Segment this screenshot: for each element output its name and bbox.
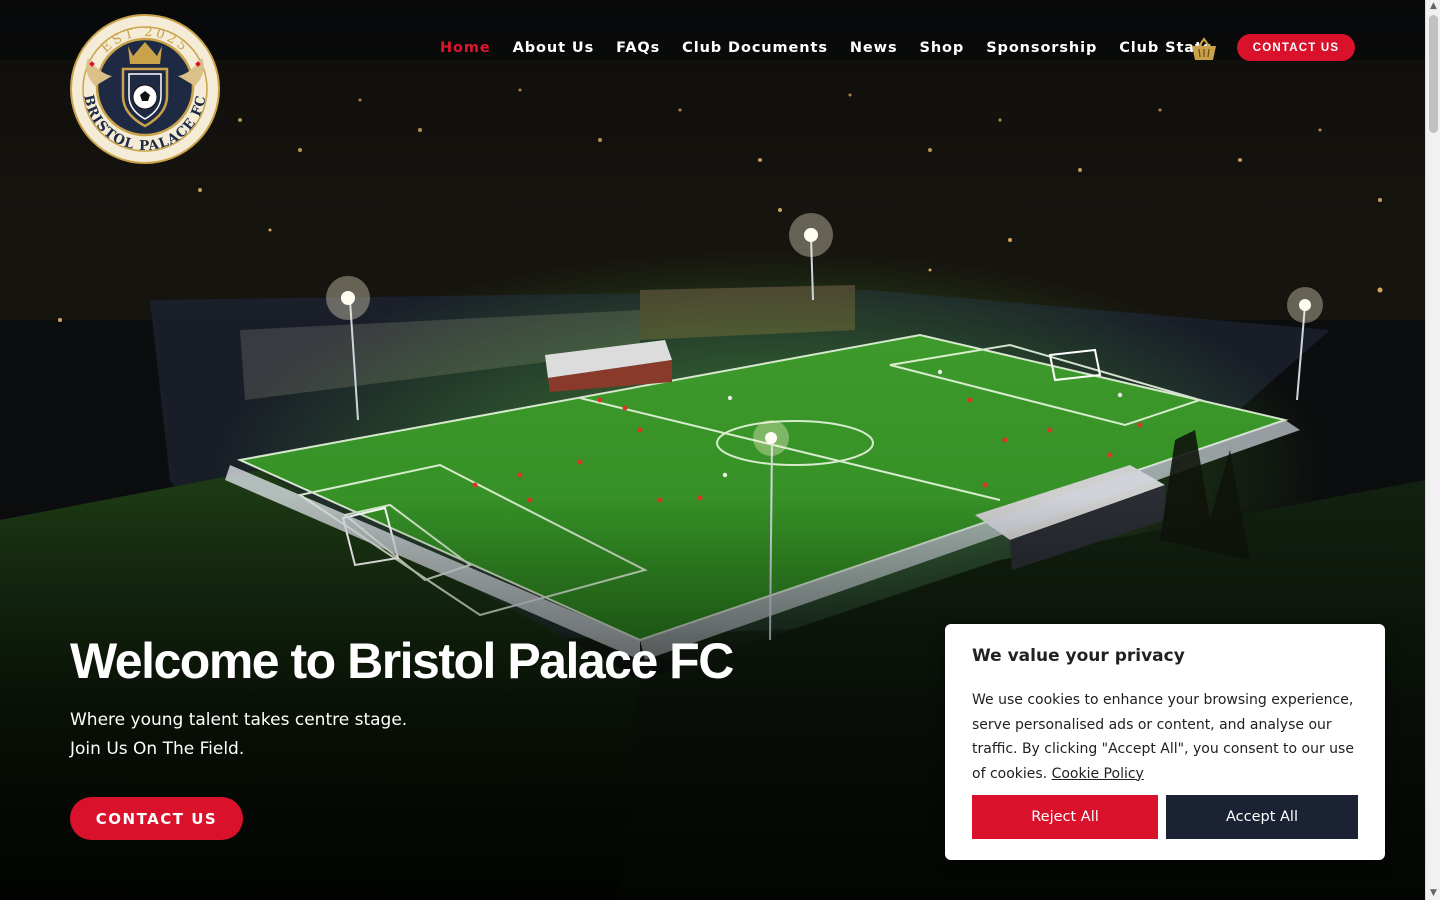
basket-icon[interactable] bbox=[1190, 36, 1218, 62]
header-contact-us-button[interactable]: CONTACT US bbox=[1237, 34, 1355, 61]
reject-all-button[interactable]: Reject All bbox=[972, 795, 1158, 839]
club-crest-logo[interactable]: EST 2025 BRISTOL PALACE FC bbox=[70, 14, 220, 164]
nav-item-faqs[interactable]: FAQs bbox=[616, 40, 660, 56]
nav-item-news[interactable]: News bbox=[850, 40, 898, 56]
main-navigation: Home About Us FAQs Club Documents News S… bbox=[440, 34, 1234, 62]
cookie-banner-body: We use cookies to enhance your browsing … bbox=[972, 692, 1354, 782]
cookie-banner-actions: Reject All Accept All bbox=[972, 795, 1358, 839]
nav-item-sponsorship[interactable]: Sponsorship bbox=[986, 40, 1097, 56]
nav-item-about-us[interactable]: About Us bbox=[513, 40, 594, 56]
cookie-banner-title: We value your privacy bbox=[972, 646, 1185, 666]
accept-all-button[interactable]: Accept All bbox=[1166, 795, 1358, 839]
cookie-banner-text: We use cookies to enhance your browsing … bbox=[972, 688, 1358, 786]
hero-subtitle-line-2: Join Us On The Field. bbox=[70, 739, 245, 759]
nav-item-shop[interactable]: Shop bbox=[919, 40, 964, 56]
page-scrollbar[interactable]: ▲ ▼ bbox=[1425, 0, 1440, 900]
cookie-policy-link[interactable]: Cookie Policy bbox=[1052, 766, 1144, 782]
scroll-up-arrow-icon[interactable]: ▲ bbox=[1429, 2, 1438, 11]
nav-item-club-documents[interactable]: Club Documents bbox=[682, 40, 828, 56]
hero-contact-us-button[interactable]: CONTACT US bbox=[70, 797, 243, 840]
nav-item-home[interactable]: Home bbox=[440, 40, 491, 56]
scrollbar-thumb[interactable] bbox=[1429, 15, 1438, 133]
hero-subtitle: Where young talent takes centre stage. J… bbox=[70, 706, 407, 764]
scroll-down-arrow-icon[interactable]: ▼ bbox=[1429, 889, 1438, 898]
cookie-consent-banner: We value your privacy We use cookies to … bbox=[945, 624, 1385, 860]
hero-title: Welcome to Bristol Palace FC bbox=[70, 633, 734, 689]
hero-subtitle-line-1: Where young talent takes centre stage. bbox=[70, 710, 408, 730]
